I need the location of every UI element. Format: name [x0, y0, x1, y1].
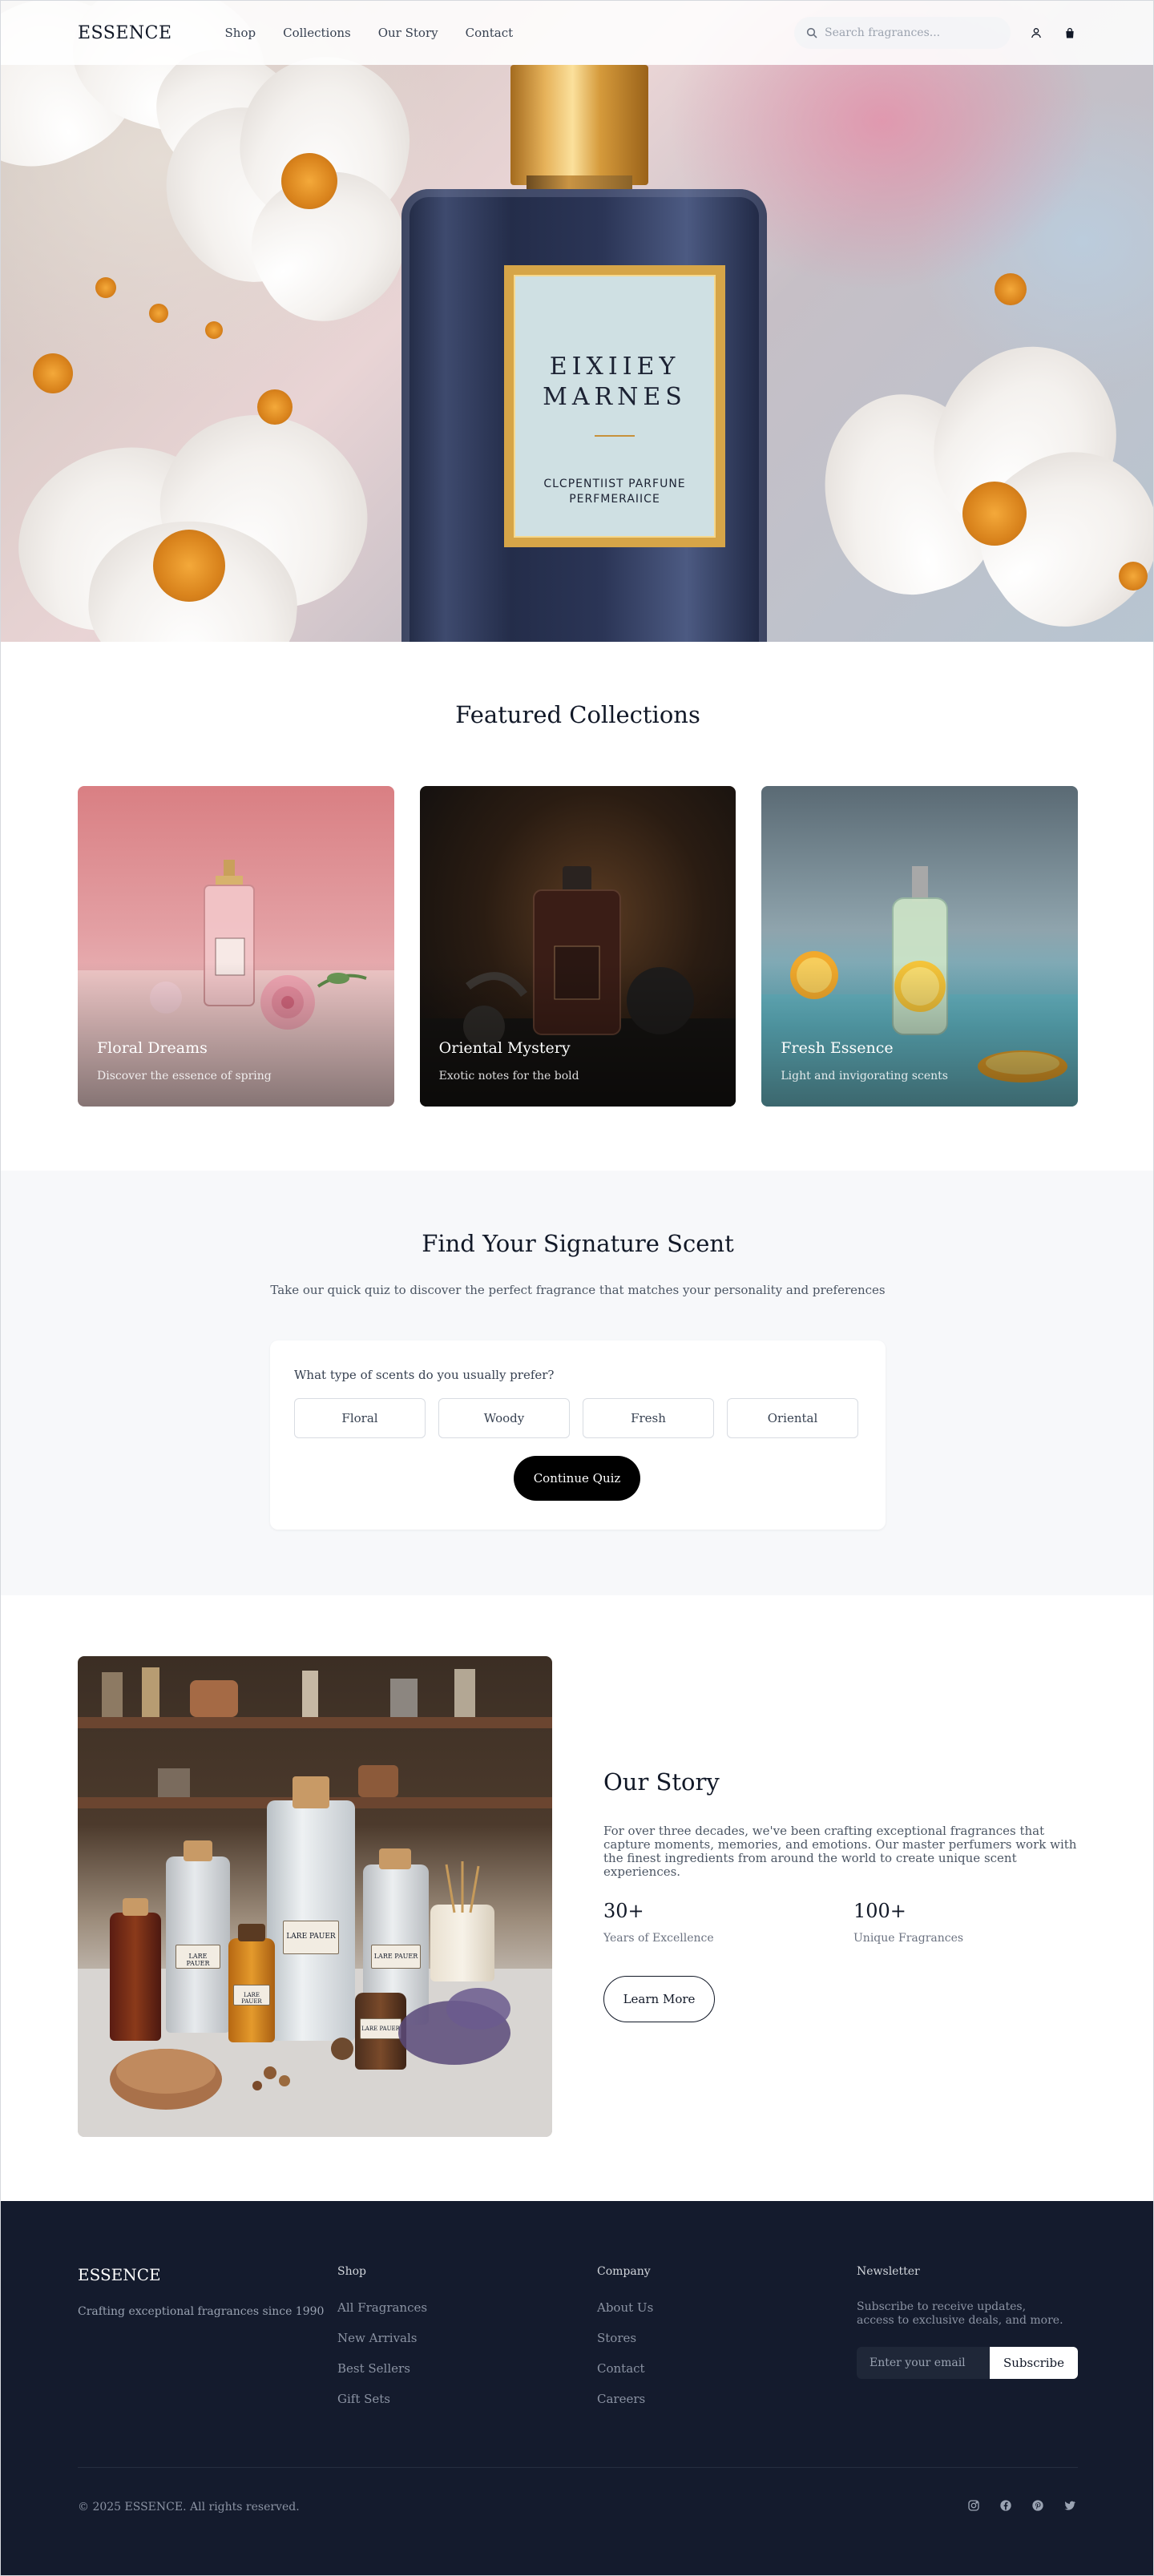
footer-link-about-us[interactable]: About Us — [597, 2300, 653, 2315]
quiz-title: Find Your Signature Scent — [422, 1230, 734, 1257]
featured-collections-title: Featured Collections — [455, 701, 700, 728]
bottle-label-line: MARNES — [543, 383, 687, 411]
card-shade — [761, 786, 1079, 1107]
nav-link-our-story[interactable]: Our Story — [378, 26, 438, 40]
hero-bud — [205, 321, 223, 339]
site-footer: ESSENCE Crafting exceptional fragrances … — [1, 2201, 1153, 2575]
footer-column-heading: Shop — [337, 2265, 366, 2278]
card-title: Oriental Mystery — [438, 1039, 571, 1057]
collection-cards: Floral Dreams Discover the essence of sp… — [78, 786, 1079, 1107]
learn-more-button[interactable]: Learn More — [603, 1976, 715, 2022]
brand-logo[interactable]: ESSENCE — [78, 23, 172, 43]
newsletter-text: Subscribe to receive updates, access to … — [857, 2300, 1063, 2327]
hero-bud — [149, 304, 168, 323]
hero-bud — [33, 353, 73, 393]
quiz-card: What type of scents do you usually prefe… — [270, 1340, 886, 1530]
hero-flower — [132, 43, 434, 346]
hero-banner: EIXIIEY MARNES CLCPENTIIST PARFUNE PERFM… — [1, 1, 1153, 642]
story-image: LARE PAUER LARE PAUER LARE PAUER LARE PA… — [78, 1656, 552, 2137]
card-title: Floral Dreams — [97, 1039, 208, 1057]
stat-years: 30+ Years of Excellence — [603, 1900, 714, 1945]
footer-link-stores[interactable]: Stores — [597, 2331, 653, 2345]
hero-bud — [257, 389, 293, 425]
card-title: Fresh Essence — [781, 1039, 894, 1057]
hero-bud — [1119, 562, 1148, 591]
card-shade — [419, 786, 736, 1107]
copyright-text: © 2025 ESSENCE. All rights reserved. — [78, 2501, 300, 2514]
footer-column-heading: Newsletter — [857, 2265, 920, 2278]
bottle-label-line: PERFMERAIICE — [569, 493, 660, 506]
footer-column-heading: Company — [597, 2265, 651, 2278]
hero-bud — [995, 273, 1027, 305]
footer-divider — [78, 2467, 1078, 2468]
page: EIXIIEY MARNES CLCPENTIIST PARFUNE PERFM… — [0, 0, 1154, 2576]
nav-link-contact[interactable]: Contact — [466, 26, 514, 40]
nav-link-shop[interactable]: Shop — [225, 26, 256, 40]
footer-link-all-fragrances[interactable]: All Fragrances — [337, 2300, 427, 2315]
collection-card-oriental[interactable]: Oriental Mystery Exotic notes for the bo… — [419, 786, 736, 1107]
stat-label: Years of Excellence — [603, 1932, 714, 1945]
bottle-label-line: CLCPENTIIST PARFUNE — [543, 478, 686, 490]
top-navigation: ESSENCE Shop Collections Our Story Conta… — [1, 1, 1153, 65]
continue-quiz-button[interactable]: Continue Quiz — [514, 1456, 640, 1501]
facebook-icon[interactable] — [998, 2497, 1014, 2514]
subscribe-button[interactable]: Subscribe — [990, 2347, 1078, 2379]
quiz-option-floral[interactable]: Floral — [294, 1398, 426, 1438]
story-text: For over three decades, we've been craft… — [603, 1824, 1077, 1879]
quiz-options: Floral Woody Fresh Oriental — [294, 1398, 858, 1438]
footer-brand[interactable]: ESSENCE — [78, 2265, 161, 2284]
footer-company-column: Company About Us Stores Contact Careers — [597, 2265, 653, 2422]
footer-link-new-arrivals[interactable]: New Arrivals — [337, 2331, 427, 2345]
bottle-label: EIXIIEY MARNES CLCPENTIIST PARFUNE PERFM… — [504, 265, 725, 547]
footer-link-careers[interactable]: Careers — [597, 2392, 653, 2406]
quiz-subtitle: Take our quick quiz to discover the perf… — [270, 1283, 886, 1297]
stat-value: 100+ — [853, 1900, 906, 1922]
collection-card-floral[interactable]: Floral Dreams Discover the essence of sp… — [78, 786, 394, 1107]
instagram-icon[interactable] — [966, 2497, 982, 2514]
quiz-option-oriental[interactable]: Oriental — [727, 1398, 858, 1438]
bottle-cap — [510, 65, 648, 185]
footer-link-best-sellers[interactable]: Best Sellers — [337, 2361, 427, 2376]
quiz-question: What type of scents do you usually prefe… — [294, 1368, 555, 1382]
card-subtitle: Light and invigorating scents — [781, 1070, 948, 1082]
stat-value: 30+ — [603, 1900, 644, 1922]
hero-flower — [803, 316, 1153, 642]
nav-links: Shop Collections Our Story Contact — [225, 26, 514, 40]
user-icon[interactable] — [1028, 25, 1044, 41]
card-subtitle: Exotic notes for the bold — [438, 1070, 579, 1082]
collection-card-fresh[interactable]: Fresh Essence Light and invigorating sce… — [761, 786, 1079, 1107]
bottle-label-line: EIXIIEY — [549, 353, 680, 381]
search-icon — [806, 27, 817, 38]
footer-link-gift-sets[interactable]: Gift Sets — [337, 2392, 427, 2406]
quiz-option-fresh[interactable]: Fresh — [583, 1398, 714, 1438]
quiz-option-woody[interactable]: Woody — [438, 1398, 570, 1438]
social-links — [966, 2497, 1078, 2514]
story-title: Our Story — [603, 1768, 720, 1796]
hero-flower — [1, 381, 418, 642]
footer-link-contact[interactable]: Contact — [597, 2361, 653, 2376]
twitter-icon[interactable] — [1062, 2497, 1078, 2514]
pinterest-icon[interactable] — [1030, 2497, 1046, 2514]
stat-fragrances: 100+ Unique Fragrances — [853, 1900, 963, 1945]
footer-shop-column: Shop All Fragrances New Arrivals Best Se… — [337, 2265, 427, 2422]
stat-label: Unique Fragrances — [853, 1932, 964, 1945]
card-subtitle: Discover the essence of spring — [97, 1070, 272, 1082]
newsletter-email-input[interactable] — [857, 2347, 990, 2379]
footer-newsletter-column: Newsletter Subscribe to receive updates,… — [857, 2265, 1078, 2379]
search-box — [794, 17, 1011, 49]
nav-actions — [794, 17, 1078, 49]
card-shade — [78, 786, 394, 1107]
footer-tagline: Crafting exceptional fragrances since 19… — [78, 2305, 325, 2318]
nav-link-collections[interactable]: Collections — [283, 26, 351, 40]
bag-icon[interactable] — [1062, 25, 1078, 41]
bottle-label-rule — [595, 435, 635, 437]
newsletter-form: Subscribe — [857, 2347, 1078, 2379]
search-input[interactable] — [825, 26, 993, 39]
hero-bud — [95, 277, 116, 298]
